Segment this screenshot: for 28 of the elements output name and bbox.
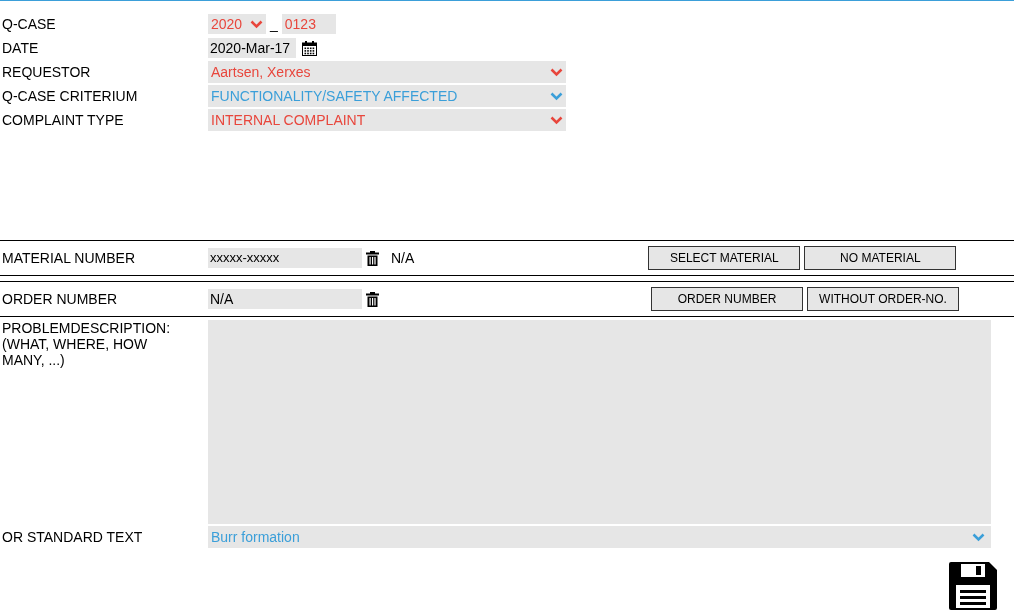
field-label: PROBLEMDESCRIPTION: (WHAT, WHERE, HOW MANY, ...) [1,320,172,370]
chevron-down-icon [972,532,985,542]
field-label: Q-CASE [1,14,57,34]
order-field[interactable]: N/A [208,289,362,309]
action-button[interactable]: SELECT MATERIAL [648,246,801,270]
problem-description-field[interactable] [208,320,991,524]
separator-text: _ [270,14,278,34]
calendar-icon[interactable] [302,40,317,56]
action-button[interactable]: WITHOUT ORDER-NO. [807,287,959,311]
date-field[interactable]: 2020-Mar-17 [208,38,296,58]
material-field[interactable]: xxxxx-xxxxx [208,248,362,268]
trash-icon[interactable] [366,250,379,266]
save-icon[interactable] [949,562,997,610]
material-info-text: N/A [391,248,415,268]
trash-icon[interactable] [366,291,379,307]
field-label: MATERIAL NUMBER [1,248,136,268]
action-button[interactable]: ORDER NUMBER [651,287,803,311]
field-label: ORDER NUMBER [1,289,119,309]
field-label: DATE [1,38,40,58]
action-button[interactable]: NO MATERIAL [804,246,957,270]
field-label: REQUESTOR [1,62,92,82]
field-label: Q-CASE CRITERIUM [1,86,139,106]
chevron-down-icon [550,91,563,101]
field-label: OR STANDARD TEXT [1,527,144,547]
chevron-down-icon [550,115,563,125]
field-label: COMPLAINT TYPE [1,110,125,130]
chevron-down-icon [550,67,563,77]
chevron-down-icon [250,19,263,29]
